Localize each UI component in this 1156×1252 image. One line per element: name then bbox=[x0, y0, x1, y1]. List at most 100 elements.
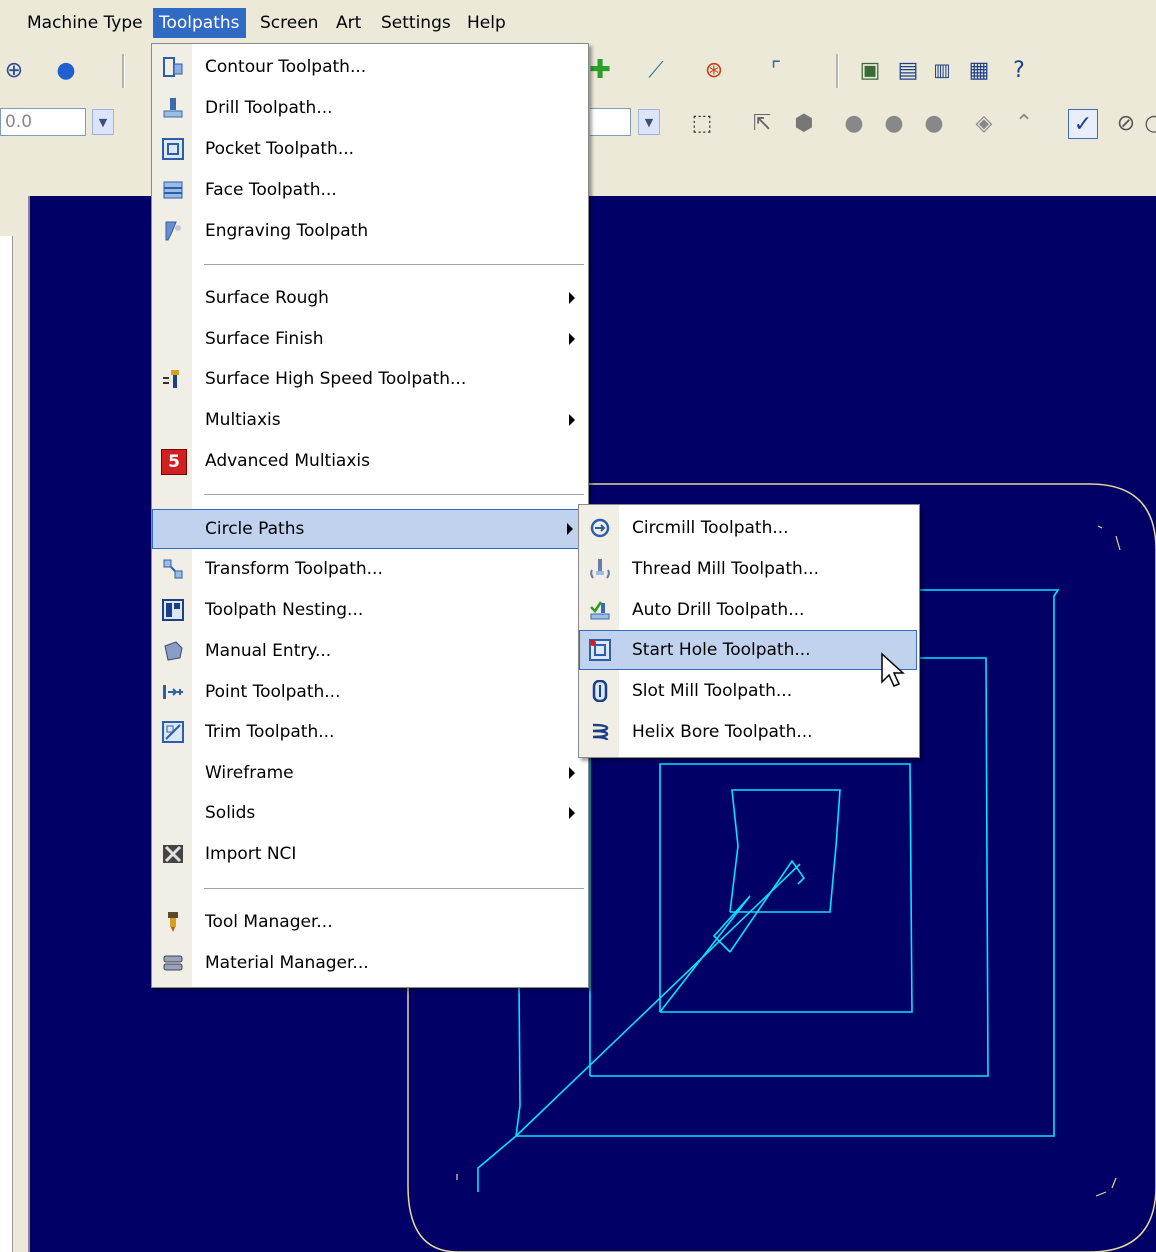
menu-item-pocket-toolpath[interactable]: Pocket Toolpath... bbox=[153, 130, 587, 168]
level-dropdown-field[interactable] bbox=[590, 108, 631, 136]
menu-item-manual-entry[interactable]: Manual Entry... bbox=[153, 632, 587, 670]
menu-item-wireframe[interactable]: Wireframe bbox=[153, 754, 587, 792]
menu-item-label: Import NCI bbox=[205, 844, 297, 864]
menu-item-advanced-multiaxis[interactable]: 5 Advanced Multiaxis bbox=[153, 442, 587, 480]
menu-item-label: Multiaxis bbox=[205, 410, 281, 430]
menu-item-solids[interactable]: Solids bbox=[153, 794, 587, 832]
menu-item-label: Point Toolpath... bbox=[205, 682, 341, 702]
menu-item-surface-high-speed-toolpath[interactable]: Surface High Speed Toolpath... bbox=[153, 360, 587, 398]
menu-item-point-toolpath[interactable]: Point Toolpath... bbox=[153, 673, 587, 711]
submenu-item-label: Helix Bore Toolpath... bbox=[632, 722, 813, 742]
submenu-arrow-icon bbox=[569, 333, 575, 345]
boundary-dash-bottom-right bbox=[1095, 1177, 1117, 1197]
view-icon[interactable]: ⊕ bbox=[0, 56, 28, 84]
point-icon bbox=[161, 680, 185, 704]
chevron-down-icon[interactable]: ▼ bbox=[638, 109, 660, 135]
selection-box-icon[interactable]: ⬚ bbox=[688, 109, 716, 137]
menu-item-toolpath-nesting[interactable]: Toolpath Nesting... bbox=[153, 591, 587, 629]
menu-item-label: Face Toolpath... bbox=[205, 180, 337, 200]
solid-body-icon[interactable]: ● bbox=[880, 109, 908, 137]
auto-drill-icon bbox=[588, 598, 612, 622]
submenu-item-auto-drill-toolpath[interactable]: Auto Drill Toolpath... bbox=[580, 591, 918, 629]
menu-item-label: Surface Finish bbox=[205, 329, 324, 349]
select-arrow-icon[interactable]: ⇱ bbox=[748, 109, 776, 137]
clear-selection-icon[interactable]: ⊘ bbox=[1112, 109, 1140, 137]
submenu-item-label: Start Hole Toolpath... bbox=[632, 640, 811, 660]
submenu-item-label: Auto Drill Toolpath... bbox=[632, 600, 805, 620]
menu-bar: Machine Type Toolpaths Screen Art Settin… bbox=[0, 0, 1156, 47]
cat-import-icon[interactable]: ▣ bbox=[856, 56, 884, 84]
properties-icon[interactable]: ▦ bbox=[965, 56, 993, 84]
add-point-icon[interactable]: ✚ bbox=[586, 55, 614, 85]
submenu-arrow-icon bbox=[569, 767, 575, 779]
submenu-arrow-icon bbox=[569, 807, 575, 819]
menu-item-circle-paths[interactable]: Circle Paths bbox=[152, 509, 586, 549]
menu-item-label: Trim Toolpath... bbox=[205, 722, 335, 742]
menu-item-label: Contour Toolpath... bbox=[205, 57, 367, 77]
menu-item-contour-toolpath[interactable]: Contour Toolpath... bbox=[153, 48, 587, 86]
menu-settings[interactable]: Settings bbox=[375, 8, 457, 38]
material-manager-icon bbox=[161, 951, 185, 975]
log-icon[interactable]: ▥ bbox=[928, 56, 956, 84]
pocket-icon bbox=[161, 137, 185, 161]
solid-select-icon[interactable]: ⬢ bbox=[790, 109, 818, 137]
tool-manager-icon bbox=[161, 910, 185, 934]
menu-item-label: Transform Toolpath... bbox=[205, 559, 383, 579]
menu-item-face-toolpath[interactable]: Face Toolpath... bbox=[153, 171, 587, 209]
circle-create-icon[interactable]: ⊛ bbox=[700, 56, 728, 84]
nesting-icon bbox=[161, 598, 185, 622]
menu-item-surface-rough[interactable]: Surface Rough bbox=[153, 279, 587, 317]
engraving-icon bbox=[161, 219, 185, 243]
menu-help[interactable]: Help bbox=[461, 8, 512, 38]
shading-sphere-icon[interactable]: ● bbox=[52, 56, 80, 84]
submenu-item-circmill-toolpath[interactable]: Circmill Toolpath... bbox=[580, 509, 918, 547]
menu-item-import-nci[interactable]: Import NCI bbox=[153, 835, 587, 873]
submenu-item-start-hole-toolpath[interactable]: Start Hole Toolpath... bbox=[579, 630, 917, 670]
menu-item-tool-manager[interactable]: Tool Manager... bbox=[153, 903, 587, 941]
menu-item-material-manager[interactable]: Material Manager... bbox=[153, 944, 587, 982]
menu-item-label: Engraving Toolpath bbox=[205, 221, 369, 241]
menu-item-trim-toolpath[interactable]: Trim Toolpath... bbox=[153, 713, 587, 751]
save-icon[interactable]: ▤ bbox=[894, 56, 922, 84]
solid-edge-icon[interactable]: ● bbox=[920, 109, 948, 137]
menu-separator bbox=[204, 264, 584, 265]
submenu-item-label: Thread Mill Toolpath... bbox=[632, 559, 819, 579]
menu-art[interactable]: Art bbox=[330, 8, 367, 38]
panel-scroll-area[interactable] bbox=[0, 236, 13, 1252]
solid-vertex-icon[interactable]: ◈ bbox=[970, 109, 998, 137]
boundary-dash-top-right bbox=[1097, 525, 1121, 551]
slot-mill-icon bbox=[588, 679, 612, 703]
submenu-item-slot-mill-toolpath[interactable]: Slot Mill Toolpath... bbox=[580, 672, 918, 710]
menu-item-transform-toolpath[interactable]: Transform Toolpath... bbox=[153, 550, 587, 588]
fillet-icon[interactable]: ⌜ bbox=[762, 56, 790, 84]
menu-item-multiaxis[interactable]: Multiaxis bbox=[153, 401, 587, 439]
menu-item-label: Pocket Toolpath... bbox=[205, 139, 355, 159]
circle-paths-submenu: Circmill Toolpath... Thread Mill Toolpat… bbox=[578, 504, 920, 758]
menu-screen[interactable]: Screen bbox=[254, 8, 324, 38]
more-icon[interactable]: ○ bbox=[1140, 109, 1156, 137]
submenu-item-thread-mill-toolpath[interactable]: Thread Mill Toolpath... bbox=[580, 550, 918, 588]
solid-face-icon[interactable]: ● bbox=[840, 109, 868, 137]
menu-item-surface-finish[interactable]: Surface Finish bbox=[153, 320, 587, 358]
menu-item-drill-toolpath[interactable]: Drill Toolpath... bbox=[153, 89, 587, 127]
menu-item-label: Material Manager... bbox=[205, 953, 369, 973]
menu-machine-type[interactable]: Machine Type bbox=[21, 8, 149, 38]
toolpaths-menu: Contour Toolpath... Drill Toolpath... Po… bbox=[151, 43, 589, 988]
undo-select-icon[interactable]: ⌃ bbox=[1010, 109, 1038, 137]
thread-mill-icon bbox=[588, 557, 612, 581]
menu-item-engraving-toolpath[interactable]: Engraving Toolpath bbox=[153, 212, 587, 250]
menu-item-label: Wireframe bbox=[205, 763, 294, 783]
submenu-item-helix-bore-toolpath[interactable]: Helix Bore Toolpath... bbox=[580, 713, 918, 751]
menu-toolpaths[interactable]: Toolpaths bbox=[153, 8, 246, 38]
help-icon[interactable]: ? bbox=[1005, 56, 1033, 84]
line-icon[interactable]: ⟋ bbox=[642, 56, 670, 84]
menu-separator bbox=[204, 494, 584, 495]
value-field[interactable]: 0.0 bbox=[0, 108, 86, 136]
menu-item-label: Toolpath Nesting... bbox=[205, 600, 364, 620]
verify-selection-icon[interactable]: ✓ bbox=[1068, 109, 1098, 139]
chevron-down-icon[interactable]: ▼ bbox=[92, 109, 114, 135]
helix-bore-icon bbox=[588, 720, 612, 744]
menu-separator bbox=[204, 888, 584, 889]
manual-entry-icon bbox=[161, 639, 185, 663]
five-axis-icon: 5 bbox=[161, 449, 187, 475]
